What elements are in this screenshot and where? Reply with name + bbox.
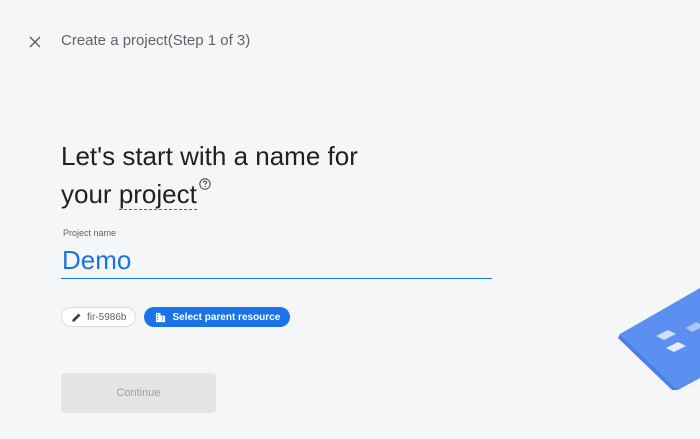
project-name-input[interactable] [61,242,492,279]
headline-prefix: your [61,179,119,209]
pencil-icon [72,313,81,322]
close-icon [29,36,41,48]
decorative-illustration [618,288,700,390]
organization-icon [156,312,166,322]
project-name-label: Project name [63,228,117,238]
close-button[interactable] [22,29,48,55]
headline-line-1: Let's start with a name for [61,141,358,171]
headline-line-2: your project [61,175,358,213]
help-circle-icon[interactable] [199,178,211,190]
page-headline: Let's start with a name for your project [61,137,358,213]
continue-button[interactable]: Continue [61,373,216,413]
project-id-label: fir-5986b [87,311,127,323]
project-chips: fir-5986b Select parent resource [61,307,291,327]
top-bar: Create a project(Step 1 of 3) [0,0,700,84]
project-term-link[interactable]: project [118,179,197,210]
project-id-chip[interactable]: fir-5986b [61,307,137,327]
step-title: Create a project(Step 1 of 3) [61,32,251,49]
project-name-field: Project name [61,228,493,279]
select-parent-resource-button[interactable]: Select parent resource [144,307,291,327]
select-parent-resource-label: Select parent resource [172,311,281,323]
